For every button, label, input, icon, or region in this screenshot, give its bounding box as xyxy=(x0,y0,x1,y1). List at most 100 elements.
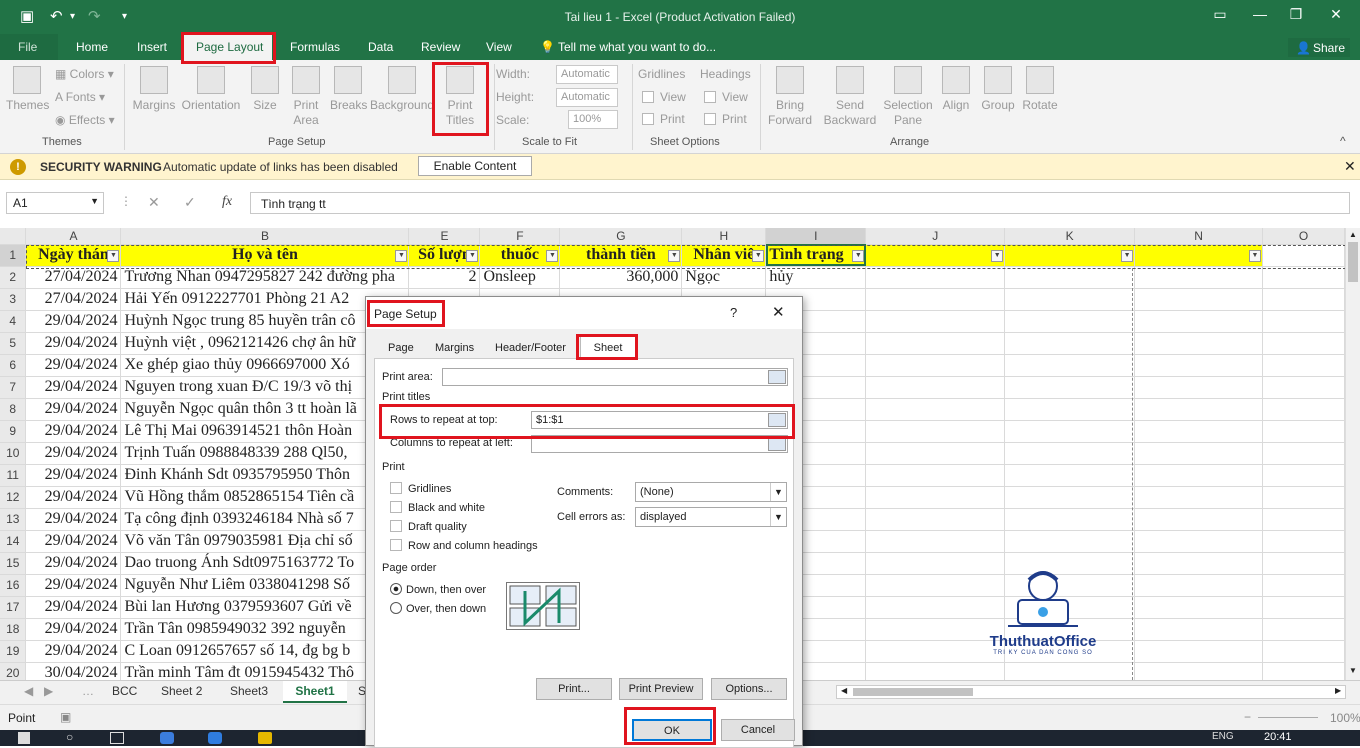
scroll-right-icon[interactable]: ▶ xyxy=(1335,686,1341,695)
row-header[interactable]: 12 xyxy=(0,486,27,509)
cell-date[interactable]: 29/04/2024 xyxy=(25,354,122,377)
cell[interactable] xyxy=(865,332,1006,355)
help-icon[interactable]: ? xyxy=(730,305,737,320)
header-cell[interactable]: Ngày thán ▼ xyxy=(25,244,122,267)
cell[interactable] xyxy=(1262,288,1345,311)
tab-formulas[interactable]: Formulas xyxy=(290,40,340,54)
tab-home[interactable]: Home xyxy=(76,40,108,54)
row-header[interactable]: 20 xyxy=(0,662,27,680)
cell-errors-select[interactable]: displayed ▼ xyxy=(635,507,787,527)
cell[interactable] xyxy=(1262,508,1345,531)
cell[interactable] xyxy=(1134,354,1263,377)
rotate-button[interactable]: Rotate xyxy=(1022,66,1058,113)
cell[interactable] xyxy=(1134,640,1263,663)
name-box[interactable]: A1 ▼ xyxy=(6,192,104,214)
scroll-down-icon[interactable]: ▼ xyxy=(1349,666,1357,675)
next-sheet-icon[interactable]: ▶ xyxy=(44,684,53,698)
options-button[interactable]: Options... xyxy=(711,678,787,700)
cell-date[interactable]: 29/04/2024 xyxy=(25,442,122,465)
tab-file[interactable]: File xyxy=(0,34,58,60)
tab-view[interactable]: View xyxy=(486,40,512,54)
search-icon[interactable]: ○ xyxy=(66,730,73,744)
collapse-dialog-icon[interactable] xyxy=(768,370,786,384)
height-select[interactable]: Automatic xyxy=(556,88,618,107)
cell[interactable] xyxy=(1134,420,1263,443)
row-header[interactable]: 2 xyxy=(0,266,27,289)
cell[interactable] xyxy=(1004,376,1136,399)
breaks-button[interactable]: Breaks xyxy=(330,66,367,113)
scroll-left-icon[interactable]: ◀ xyxy=(841,686,847,695)
cell[interactable] xyxy=(1004,266,1136,289)
cell[interactable] xyxy=(1134,508,1263,531)
filter-dropdown-icon[interactable]: ▼ xyxy=(1121,249,1134,262)
fonts-button[interactable]: A Fonts ▾ xyxy=(55,90,105,104)
comments-select[interactable]: (None) ▼ xyxy=(635,482,787,502)
gridlines-view-checkbox[interactable]: View xyxy=(642,90,686,104)
cell[interactable] xyxy=(1262,662,1345,680)
row-header[interactable]: 14 xyxy=(0,530,27,553)
row-header[interactable]: 17 xyxy=(0,596,27,619)
close-icon[interactable]: ✕ xyxy=(1316,6,1356,23)
column-header-j[interactable]: J xyxy=(865,228,1006,245)
cell[interactable] xyxy=(1134,662,1263,680)
tab-margins[interactable]: Margins xyxy=(435,342,474,354)
tab-insert[interactable]: Insert xyxy=(137,40,167,54)
cell-date[interactable]: 29/04/2024 xyxy=(25,398,122,421)
header-cell[interactable]: thuốc ▼ xyxy=(479,244,561,267)
prev-sheet-icon[interactable]: ◀ xyxy=(24,684,33,698)
header-cell[interactable]: Nhân viê ▼ xyxy=(681,244,767,267)
group-button[interactable]: Group xyxy=(980,66,1016,113)
cell[interactable] xyxy=(865,398,1006,421)
print-preview-button[interactable]: Print Preview xyxy=(619,678,703,700)
cell-name[interactable]: Trương Nhan 0947295827 242 đường pha xyxy=(120,266,410,289)
cancel-button[interactable]: Cancel xyxy=(721,719,795,741)
cell[interactable] xyxy=(1004,332,1136,355)
cell[interactable] xyxy=(1262,310,1345,333)
row-header[interactable]: 7 xyxy=(0,376,27,399)
tab-header-footer[interactable]: Header/Footer xyxy=(495,342,566,354)
cell[interactable] xyxy=(865,288,1006,311)
more-sheets-icon[interactable]: … xyxy=(82,684,94,698)
colors-button[interactable]: ▦ Colors ▾ xyxy=(55,67,114,81)
column-header-o[interactable]: O xyxy=(1262,228,1345,245)
column-header-f[interactable]: F xyxy=(479,228,561,245)
cell[interactable] xyxy=(1134,332,1263,355)
cell[interactable] xyxy=(865,530,1006,553)
size-button[interactable]: Size xyxy=(250,66,280,113)
align-button[interactable]: Align xyxy=(940,66,972,113)
tab-review[interactable]: Review xyxy=(421,40,460,54)
cell[interactable] xyxy=(865,310,1006,333)
bring-forward-button[interactable]: Bring Forward xyxy=(766,66,814,128)
print-button[interactable]: Print... xyxy=(536,678,612,700)
cell-date[interactable]: 29/04/2024 xyxy=(25,486,122,509)
header-cell[interactable]: thành tiền ▼ xyxy=(559,244,683,267)
row-header[interactable]: 1 xyxy=(0,244,27,267)
cell[interactable] xyxy=(865,486,1006,509)
cell-date[interactable]: 27/04/2024 xyxy=(25,288,122,311)
filter-dropdown-icon[interactable]: ▼ xyxy=(546,249,559,262)
cell[interactable] xyxy=(1004,310,1136,333)
cell-staff[interactable]: Ngọc xyxy=(681,266,767,289)
cell[interactable] xyxy=(1262,552,1345,575)
cell[interactable] xyxy=(1134,618,1263,641)
header-cell[interactable]: Họ và tên ▼ xyxy=(120,244,410,267)
tab-page[interactable]: Page xyxy=(388,342,414,354)
cell-date[interactable]: 29/04/2024 xyxy=(25,552,122,575)
cell[interactable] xyxy=(1134,530,1263,553)
formula-input[interactable]: Tình trạng tt xyxy=(250,192,1350,214)
cell[interactable] xyxy=(1262,376,1345,399)
print-area-input[interactable] xyxy=(442,368,788,386)
gridlines-checkbox[interactable]: Gridlines xyxy=(390,482,451,495)
horizontal-scrollbar[interactable]: ◀ ▶ xyxy=(836,685,1346,699)
filter-dropdown-icon[interactable]: ▼ xyxy=(991,249,1004,262)
cell[interactable] xyxy=(865,508,1006,531)
filter-dropdown-icon[interactable]: ▼ xyxy=(466,249,479,262)
cell[interactable] xyxy=(1134,376,1263,399)
headings-print-checkbox[interactable]: Print xyxy=(704,112,747,126)
filter-dropdown-icon[interactable]: ▼ xyxy=(852,249,865,262)
macro-record-icon[interactable]: ▣ xyxy=(60,710,71,724)
themes-button[interactable]: Themes xyxy=(6,66,49,113)
cell[interactable] xyxy=(1134,442,1263,465)
cell-date[interactable]: 30/04/2024 xyxy=(25,662,122,680)
gridlines-print-checkbox[interactable]: Print xyxy=(642,112,685,126)
